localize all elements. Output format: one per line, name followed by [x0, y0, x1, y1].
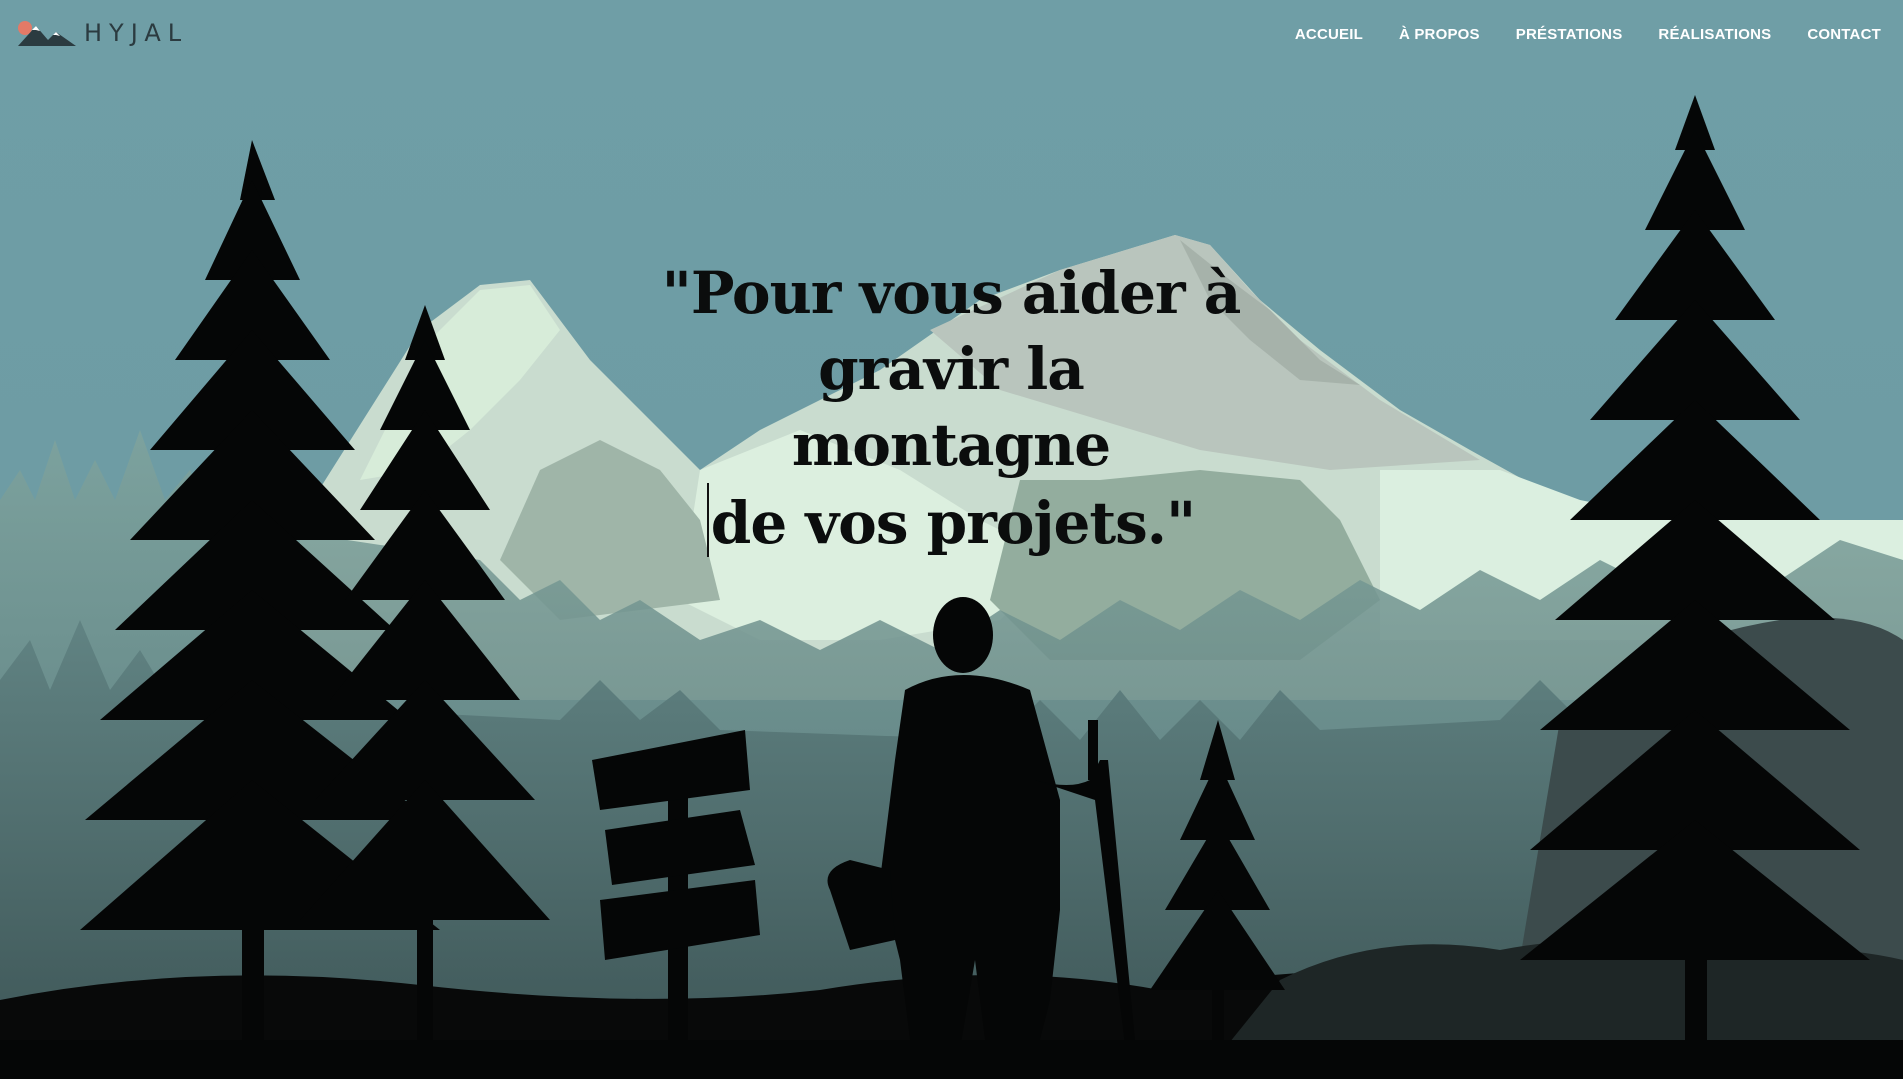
main-nav: ACCUEIL À PROPOS PRÉSTATIONS RÉALISATION… — [1295, 26, 1881, 43]
headline-line-3: de vos projets." — [710, 489, 1196, 557]
nav-contact[interactable]: CONTACT — [1807, 26, 1881, 43]
mountain-sun-logo-icon — [18, 21, 76, 46]
ground-bottom — [0, 1040, 1903, 1079]
logo-link[interactable]: HYJAL — [16, 16, 188, 50]
nav-a-propos[interactable]: À PROPOS — [1399, 26, 1480, 43]
page: HYJAL ACCUEIL À PROPOS PRÉSTATIONS RÉALI… — [0, 0, 1903, 1079]
hero-headline-container: "Pour vous aider à gravir la montagne de… — [651, 255, 1251, 561]
site-header: HYJAL ACCUEIL À PROPOS PRÉSTATIONS RÉALI… — [0, 0, 1903, 72]
nav-prestations[interactable]: PRÉSTATIONS — [1516, 26, 1623, 43]
headline-line-2: gravir la montagne — [791, 335, 1111, 479]
headline-line-1: "Pour vous aider à — [661, 259, 1242, 327]
hero-headline: "Pour vous aider à gravir la montagne de… — [651, 255, 1251, 561]
nav-accueil[interactable]: ACCUEIL — [1295, 26, 1363, 43]
brand-name: HYJAL — [84, 19, 189, 47]
nav-realisations[interactable]: RÉALISATIONS — [1658, 26, 1771, 43]
text-cursor — [706, 483, 709, 557]
